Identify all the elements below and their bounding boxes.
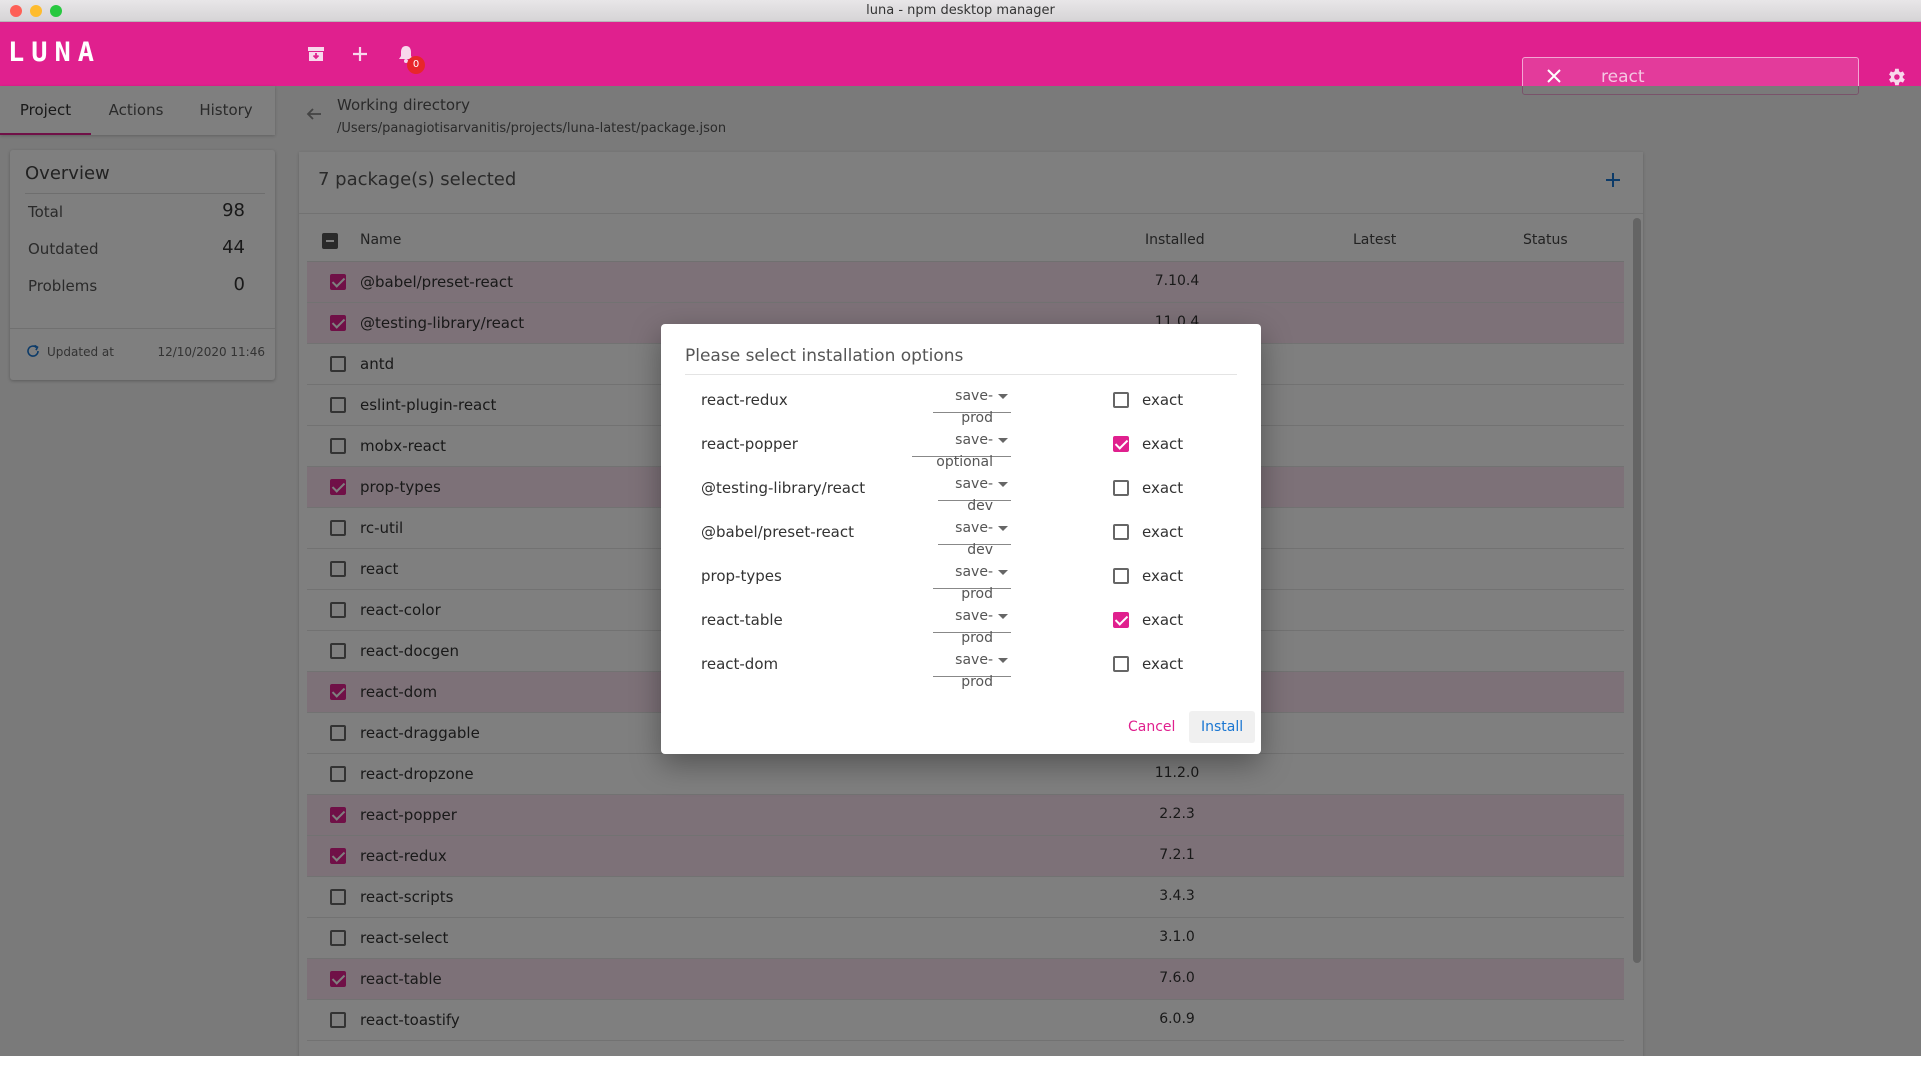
exact-label: exact (1142, 567, 1184, 585)
option-package-name: @testing-library/react (701, 479, 866, 497)
install-option-row: @testing-library/react save-dev exact (701, 473, 1221, 514)
option-package-name: @babel/preset-react (701, 523, 854, 541)
close-icon[interactable] (1545, 67, 1563, 85)
gear-icon[interactable] (1885, 66, 1907, 88)
save-type-select[interactable]: save-prod (933, 605, 1011, 646)
install-option-row: react-popper save-optional exact (701, 429, 1221, 470)
install-option-row: react-table save-prod exact (701, 605, 1221, 646)
save-type-select[interactable]: save-prod (933, 561, 1011, 602)
exact-label: exact (1142, 611, 1184, 629)
install-options-dialog: Please select installation options react… (661, 324, 1261, 754)
save-type-select[interactable]: save-dev (938, 473, 1011, 514)
cancel-button[interactable]: Cancel (1116, 711, 1187, 743)
option-package-name: react-dom (701, 655, 779, 673)
option-package-name: react-table (701, 611, 783, 629)
exact-label: exact (1142, 391, 1184, 409)
exact-checkbox[interactable] (1113, 524, 1129, 540)
install-option-row: @babel/preset-react save-dev exact (701, 517, 1221, 558)
title-bar: luna - npm desktop manager (0, 0, 1921, 22)
exact-checkbox[interactable] (1113, 436, 1129, 452)
save-type-select[interactable]: save-prod (933, 649, 1011, 690)
plus-icon[interactable] (348, 42, 372, 66)
save-type-select[interactable]: save-optional (912, 429, 1011, 470)
notifications-badge: 0 (407, 56, 425, 74)
save-type-select[interactable]: save-dev (938, 517, 1011, 558)
install-button[interactable]: Install (1189, 711, 1256, 743)
install-option-row: react-redux save-prod exact (701, 385, 1221, 426)
install-option-row: prop-types save-prod exact (701, 561, 1221, 602)
app-logo: LUNA (8, 37, 102, 68)
exact-checkbox[interactable] (1113, 392, 1129, 408)
save-type-select[interactable]: save-prod (933, 385, 1011, 426)
option-package-name: prop-types (701, 567, 782, 585)
exact-label: exact (1142, 479, 1184, 497)
exact-label: exact (1142, 435, 1184, 453)
app-bar: LUNA 0 (0, 22, 1921, 95)
exact-checkbox[interactable] (1113, 568, 1129, 584)
option-package-name: react-popper (701, 435, 798, 453)
exact-label: exact (1142, 655, 1184, 673)
exact-label: exact (1142, 523, 1184, 541)
dialog-title: Please select installation options (685, 346, 1237, 375)
install-option-row: react-dom save-prod exact (701, 649, 1221, 690)
exact-checkbox[interactable] (1113, 612, 1129, 628)
exact-checkbox[interactable] (1113, 480, 1129, 496)
window-title: luna - npm desktop manager (866, 3, 1055, 18)
app-window: luna - npm desktop manager LUNA 0 Projec… (0, 0, 1921, 1056)
archive-icon[interactable] (304, 42, 328, 66)
option-package-name: react-redux (701, 391, 788, 409)
exact-checkbox[interactable] (1113, 656, 1129, 672)
